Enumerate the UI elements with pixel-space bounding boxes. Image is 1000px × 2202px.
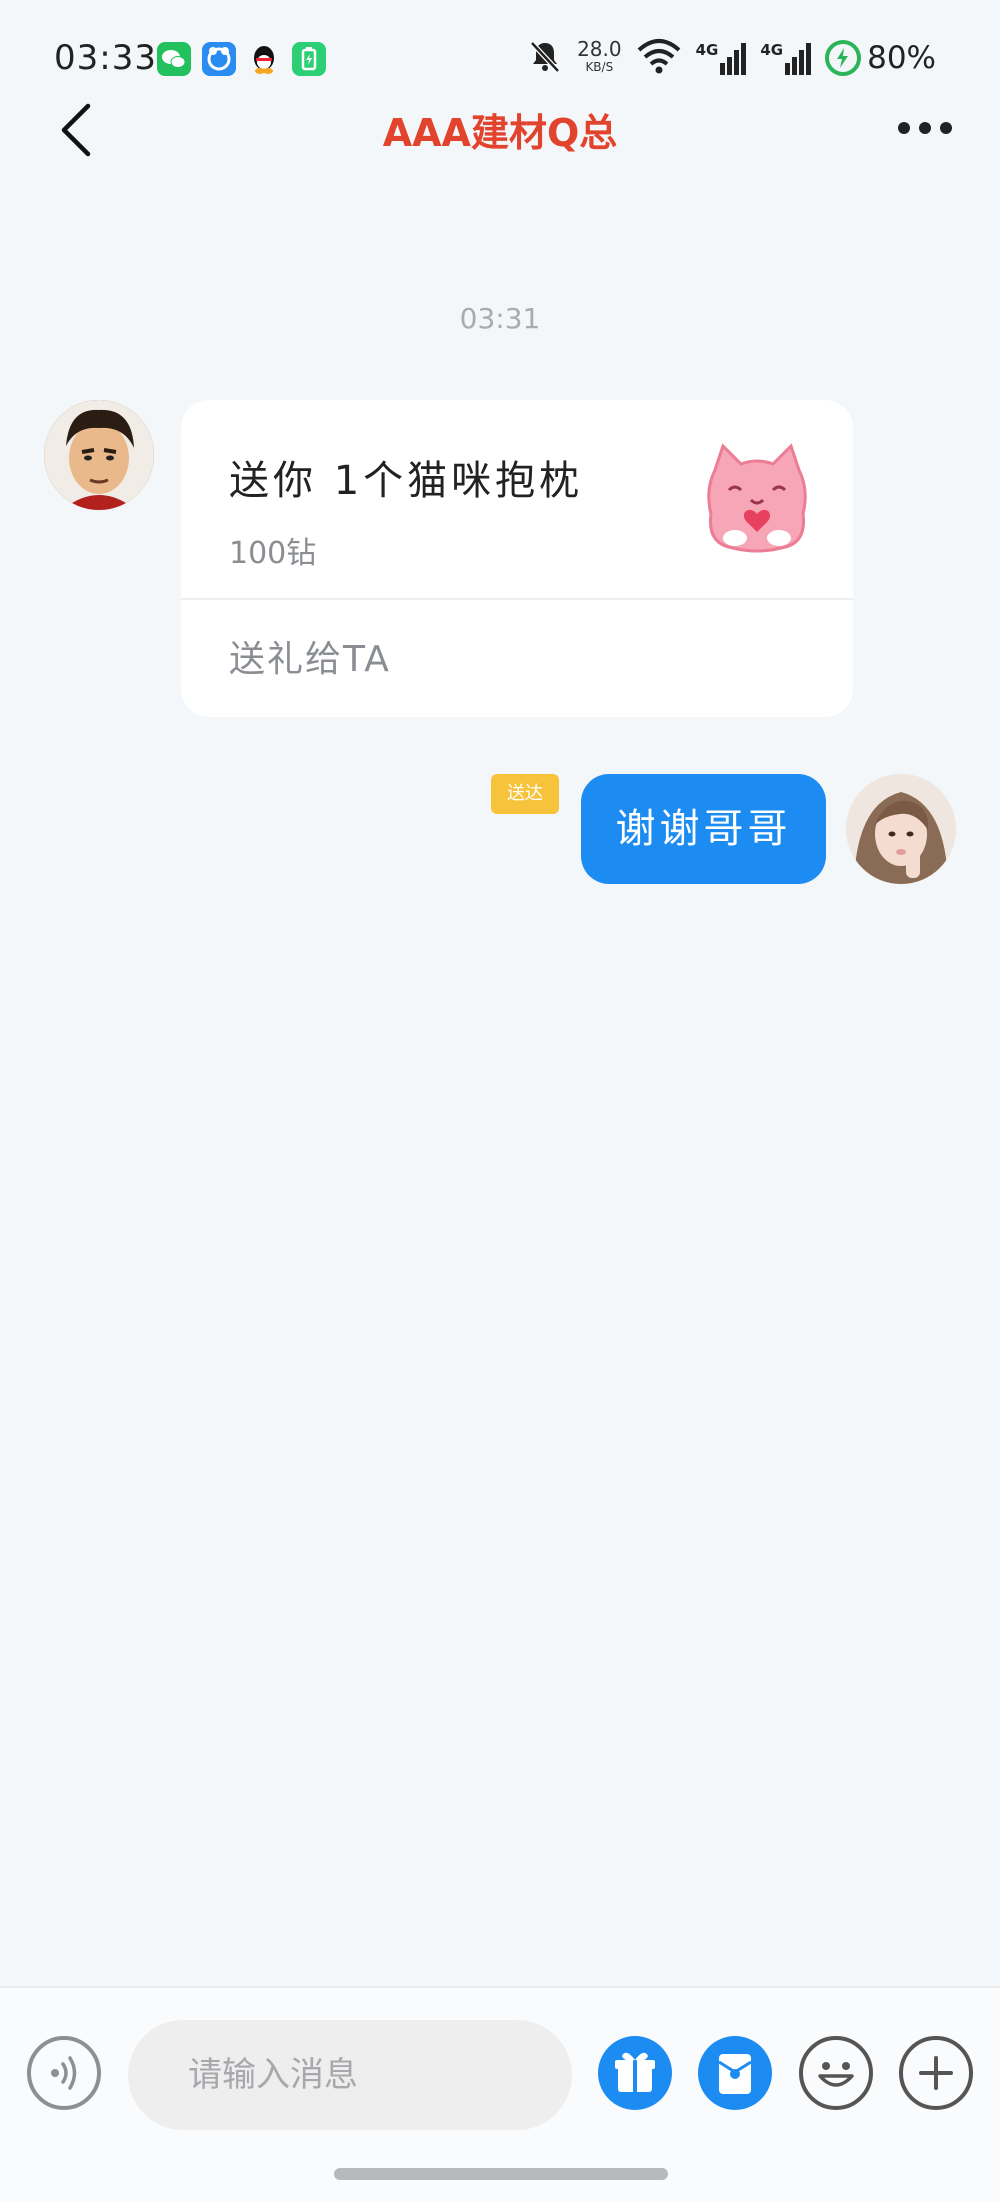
more-dots-icon [898,122,952,134]
wechat-icon [157,42,191,76]
message-timestamp: 03:31 [459,302,541,335]
status-indicators: 28.0 KB/S 4G 4G 80% [527,36,936,80]
battery-indicator: 80% [825,40,936,76]
gift-price: 100钻 [229,536,317,571]
gift-title: 送你 1个猫咪抱枕 [229,458,584,504]
more-actions-button[interactable] [899,2036,973,2110]
self-avatar[interactable] [846,774,956,884]
signal-1-label: 4G [695,41,719,59]
red-packet-button[interactable] [698,2036,772,2110]
signal-2-label: 4G [760,41,784,59]
cat-pillow-gift-image [701,440,813,556]
status-time: 03:33 [54,38,157,78]
mute-bell-icon [527,38,563,78]
send-gift-link[interactable]: 送礼给TA [229,630,391,682]
battery-charging-icon [825,40,862,76]
home-indicator[interactable] [334,2168,668,2180]
voice-input-button[interactable] [27,2036,101,2110]
plus-icon [919,2056,953,2090]
outgoing-message-bubble[interactable]: 谢谢哥哥 [581,774,826,884]
cell-signal-1-icon: 4G [696,41,747,75]
chat-header: AAA建材Q总 [0,90,1000,166]
qq-icon [247,42,281,76]
battery-saver-icon [292,42,326,76]
wifi-icon [636,38,682,78]
smiley-icon [818,2062,854,2087]
message-app-icon [202,42,236,76]
emoji-button[interactable] [799,2036,873,2110]
contact-avatar[interactable] [44,400,154,510]
gift-message-card[interactable]: 送你 1个猫咪抱枕 100钻 送礼给TA [181,400,853,717]
cell-signal-2-icon: 4G [760,41,812,75]
gift-button[interactable] [598,2036,672,2110]
network-speed: 28.0 KB/S [577,39,622,76]
red-packet-icon [718,2054,752,2094]
more-options-button[interactable] [890,108,960,148]
gift-card-divider [181,598,853,600]
gift-box-icon [615,2052,655,2092]
delivered-badge: 送达 [491,774,559,814]
message-input[interactable] [128,2020,572,2130]
battery-percent: 80% [867,40,936,76]
voice-wave-icon [51,2056,77,2090]
chat-title: AAA建材Q总 [382,111,618,155]
